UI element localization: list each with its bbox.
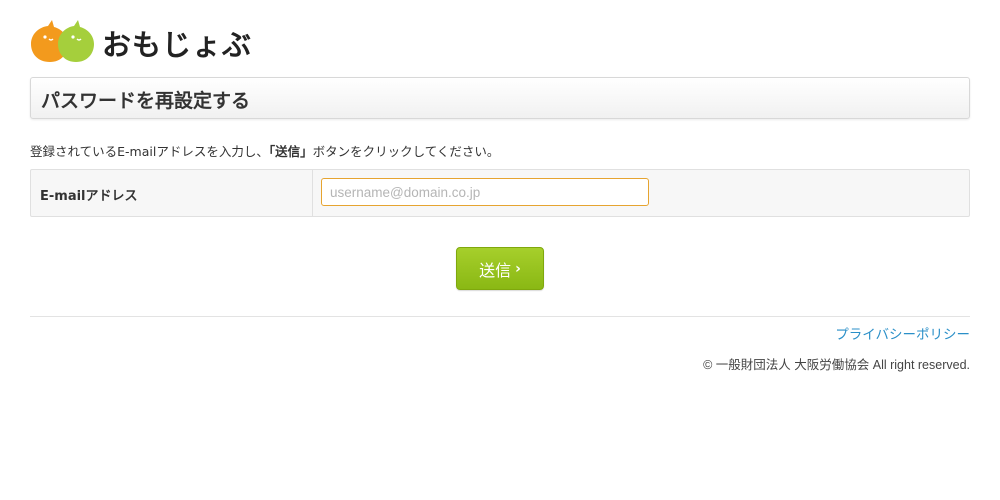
two-speech-bubbles-logo-icon: [31, 20, 94, 62]
submit-button[interactable]: 送信 ›: [456, 247, 544, 290]
email-form-row: E-mailアドレス: [30, 169, 970, 217]
site-logo[interactable]: おもじょぶ: [30, 18, 253, 64]
email-label-cell: E-mailアドレス: [31, 170, 313, 216]
email-label: E-mailアドレス: [40, 189, 138, 204]
page-title: パスワードを再設定する: [41, 90, 251, 112]
instruction-emphasis: 「送信」: [268, 144, 313, 159]
instruction-before: 登録されているE-mailアドレスを入力し、: [30, 144, 269, 159]
privacy-policy-link[interactable]: プライバシーポリシー: [835, 323, 970, 343]
page-container: おもじょぶ パスワードを再設定する 登録されているE-mailアドレスを入力し、…: [30, 0, 970, 500]
copyright-text: © 一般財団法人 大阪労働協会 All right reserved.: [703, 358, 970, 372]
instruction-text: 登録されているE-mailアドレスを入力し、「送信」ボタンをクリックしてください…: [30, 141, 499, 160]
page-heading-bar: パスワードを再設定する: [30, 77, 970, 119]
submit-label: 送信: [479, 260, 512, 280]
footer-divider: [30, 316, 970, 317]
chevron-right-icon: ›: [515, 261, 521, 277]
logo-wordmark: おもじょぶ: [102, 28, 253, 62]
email-field[interactable]: [321, 178, 649, 206]
instruction-after: ボタンをクリックしてください。: [312, 144, 500, 159]
